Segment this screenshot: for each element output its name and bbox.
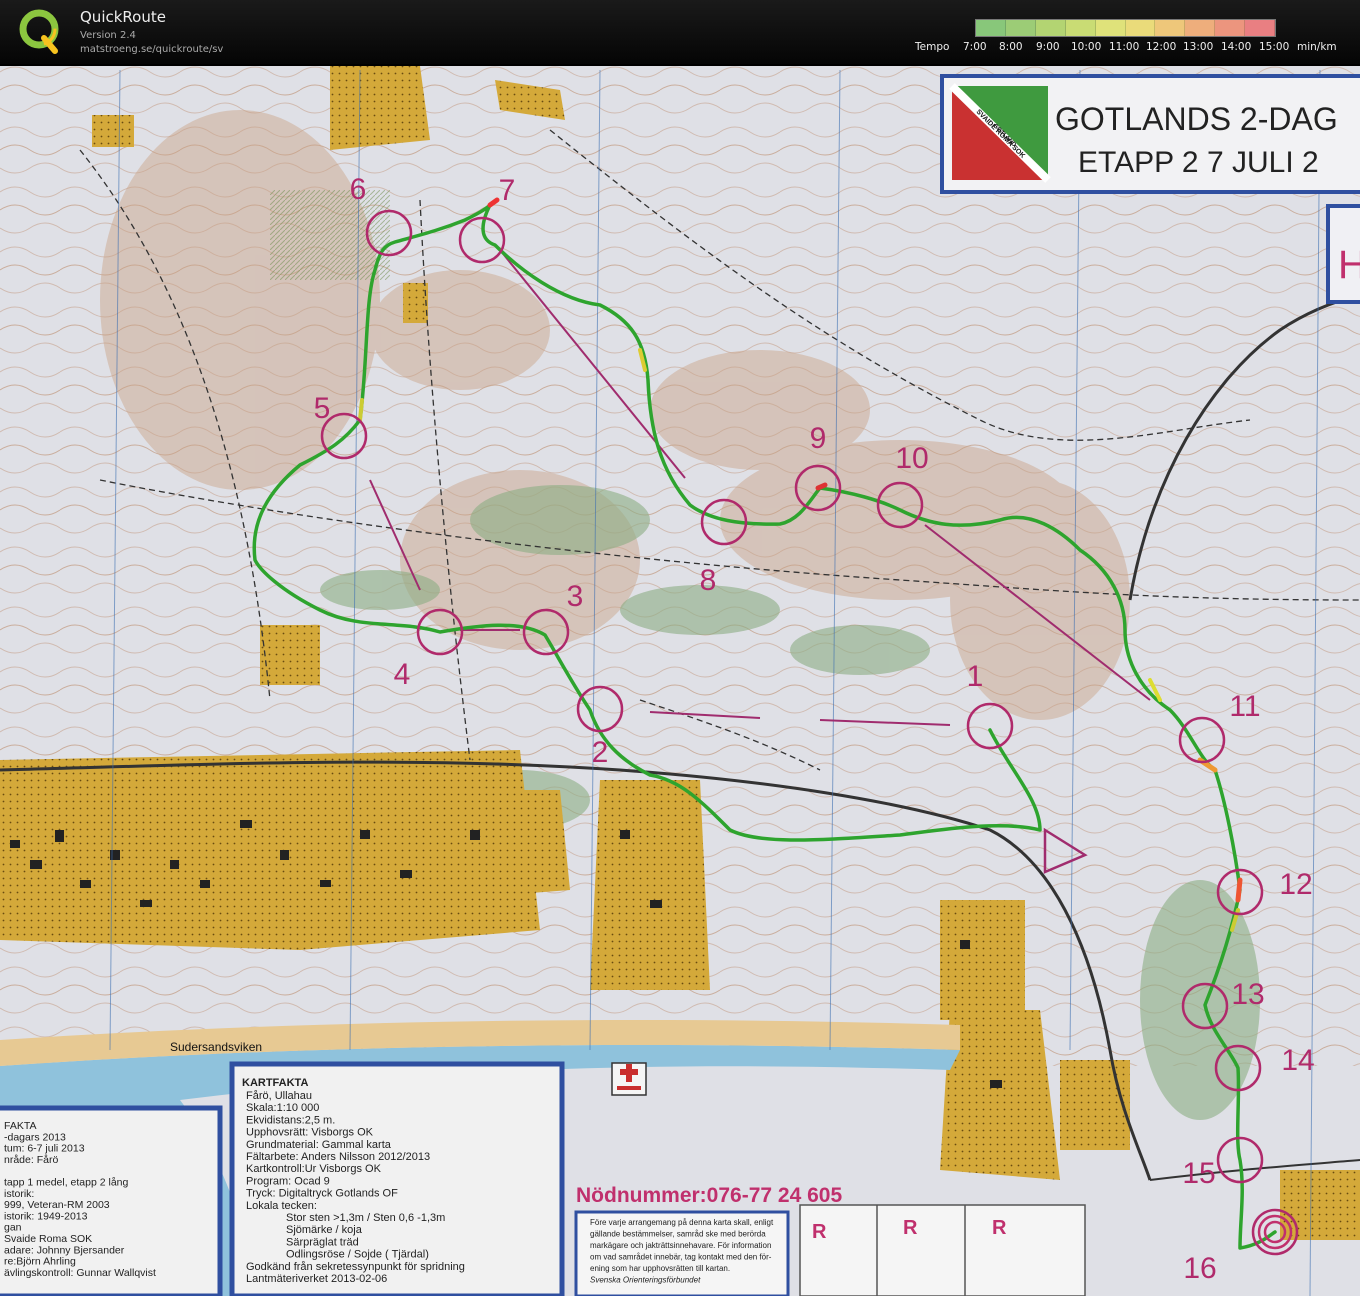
punch-box-label: R bbox=[992, 1217, 1007, 1239]
place-name: Sudersandsviken bbox=[170, 1040, 262, 1054]
control-number: 16 bbox=[1183, 1252, 1216, 1285]
tempo-tick: 7:00 bbox=[963, 41, 987, 53]
kartfakta-line: Sjömärke / koja bbox=[286, 1224, 363, 1236]
fakta-line: ävlingskontroll: Gunnar Wallqvist bbox=[4, 1267, 156, 1279]
kartfakta-line: Odlingsröse / Sojde ( Tjärdal) bbox=[286, 1249, 429, 1261]
fakta-line: tum: 6-7 juli 2013 bbox=[4, 1143, 85, 1155]
tempo-tick: 8:00 bbox=[999, 41, 1023, 53]
orienteering-map[interactable]: Sudersandsviken 123456 78910111213141516… bbox=[0, 66, 1360, 1296]
green-hatch-area bbox=[270, 190, 390, 280]
kartfakta-title: KARTFAKTA bbox=[242, 1077, 308, 1089]
control-number: 4 bbox=[394, 658, 411, 691]
kartfakta-line: Godkänd från sekretessynpunkt för spridn… bbox=[246, 1261, 465, 1273]
punch-box-label: R bbox=[903, 1217, 918, 1239]
fakta-line: re:Björn Ahrling bbox=[4, 1256, 76, 1268]
title-bar: QuickRoute Version 2.4 matstroeng.se/qui… bbox=[0, 0, 1360, 64]
emergency-number: Nödnummer:076-77 24 605 bbox=[576, 1184, 842, 1207]
punch-box-label: R bbox=[812, 1221, 827, 1243]
kartfakta-line: Lokala tecken: bbox=[246, 1200, 317, 1212]
tempo-label: Tempo bbox=[915, 41, 950, 53]
kartfakta-line: Ekvidistans:2,5 m. bbox=[246, 1114, 335, 1126]
fakta-line: adare: Johnny Bjersander bbox=[4, 1244, 125, 1256]
notice-line: om vad samrådet innebär, tag kontakt med… bbox=[590, 1253, 772, 1262]
control-number: 7 bbox=[499, 174, 516, 207]
tempo-swatch bbox=[1035, 20, 1066, 36]
tempo-swatch bbox=[1215, 20, 1246, 36]
control-number: 6 bbox=[350, 173, 367, 206]
fakta-line: tapp 1 medel, etapp 2 lång bbox=[4, 1177, 129, 1189]
fakta-line: Svaide Roma SOK bbox=[4, 1233, 92, 1245]
notice-line: gällande bestämmelser, samråd ske med be… bbox=[590, 1230, 766, 1239]
tempo-tick: 9:00 bbox=[1036, 41, 1060, 53]
fakta-line: FAKTA bbox=[4, 1120, 36, 1132]
tempo-swatch bbox=[1155, 20, 1186, 36]
notice-line: Före varje arrangemang på denna karta sk… bbox=[590, 1218, 774, 1227]
tempo-swatch bbox=[1245, 20, 1276, 36]
kartfakta-line: Kartkontroll:Ur Visborgs OK bbox=[246, 1163, 382, 1175]
kartfakta-line: Stor sten >1,3m / Sten 0,6 -1,3m bbox=[286, 1212, 445, 1224]
tempo-unit: min/km bbox=[1297, 41, 1337, 53]
kartfakta-line: Fältarbete: Anders Nilsson 2012/2013 bbox=[246, 1151, 430, 1163]
kartfakta-line: Grundmaterial: Gammal karta bbox=[246, 1139, 392, 1151]
fakta-line: -dagars 2013 bbox=[4, 1131, 66, 1143]
kartfakta-line: Tryck: Digitaltryck Gotlands OF bbox=[246, 1188, 398, 1200]
kartfakta-line: Lantmäteriverket 2013-02-06 bbox=[246, 1273, 387, 1285]
control-number: 11 bbox=[1229, 690, 1260, 723]
event-title: GOTLANDS 2-DAG bbox=[1055, 101, 1338, 137]
tempo-swatch bbox=[1125, 20, 1156, 36]
app-title: QuickRoute bbox=[80, 8, 166, 26]
club-badge: SVAIDE ROMA SOK GOTLAND bbox=[949, 83, 1051, 183]
fakta-line: istorik: bbox=[4, 1188, 34, 1200]
tempo-swatch bbox=[1185, 20, 1216, 36]
control-number: 9 bbox=[810, 422, 827, 455]
fakta-line: istorik: 1949-2013 bbox=[4, 1210, 88, 1222]
notice-line: markägare och jakträttsinnehavare. För i… bbox=[590, 1241, 771, 1250]
first-aid-icon bbox=[611, 1062, 647, 1096]
event-subtitle: ETAPP 2 7 JULI 2 bbox=[1078, 146, 1319, 179]
fakta-line: gan bbox=[4, 1222, 22, 1234]
tempo-color-scale bbox=[975, 19, 1276, 37]
tempo-tick: 10:00 bbox=[1071, 41, 1102, 53]
kartfakta-line: Särpräglat träd bbox=[286, 1236, 359, 1248]
fakta-line: 999, Veteran-RM 2003 bbox=[4, 1199, 110, 1211]
tempo-tick: 14:00 bbox=[1221, 41, 1252, 53]
tempo-tick: 13:00 bbox=[1183, 41, 1214, 53]
punch-box-panel bbox=[799, 1204, 1086, 1296]
tempo-scale-labels: Tempo 7:00 8:00 9:00 10:00 11:00 12:00 1… bbox=[0, 41, 1360, 55]
control-number: 5 bbox=[314, 392, 331, 425]
control-number: 3 bbox=[567, 580, 584, 613]
control-number: 13 bbox=[1231, 978, 1264, 1011]
control-number: 1 bbox=[967, 660, 984, 693]
tempo-tick: 12:00 bbox=[1146, 41, 1177, 53]
kartfakta-line: Fårö, Ullahau bbox=[246, 1090, 312, 1102]
kartfakta-line: Skala:1:10 000 bbox=[246, 1102, 319, 1114]
tempo-tick: 15:00 bbox=[1259, 41, 1290, 53]
control-number: 2 bbox=[592, 736, 609, 769]
tempo-swatch bbox=[1095, 20, 1126, 36]
kartfakta-line: Upphovsrätt: Visborgs OK bbox=[246, 1127, 374, 1139]
control-number: 8 bbox=[700, 564, 717, 597]
course-letter: H bbox=[1338, 243, 1360, 287]
tempo-swatch bbox=[976, 20, 1006, 36]
control-number: 15 bbox=[1182, 1157, 1215, 1190]
fakta-line: nråde: Fårö bbox=[4, 1154, 58, 1166]
notice-line: ening som har upphovsrätten till kartan. bbox=[590, 1264, 730, 1273]
tempo-swatch bbox=[1005, 20, 1036, 36]
tempo-swatch bbox=[1065, 20, 1096, 36]
control-number: 10 bbox=[895, 442, 928, 475]
control-number: 14 bbox=[1281, 1044, 1314, 1077]
app-version: Version 2.4 bbox=[80, 30, 136, 41]
kartfakta-line: Program: Ocad 9 bbox=[246, 1175, 330, 1187]
tempo-tick: 11:00 bbox=[1109, 41, 1140, 53]
notice-line: Svenska Orienteringsförbundet bbox=[590, 1276, 701, 1285]
control-number: 12 bbox=[1279, 868, 1312, 901]
